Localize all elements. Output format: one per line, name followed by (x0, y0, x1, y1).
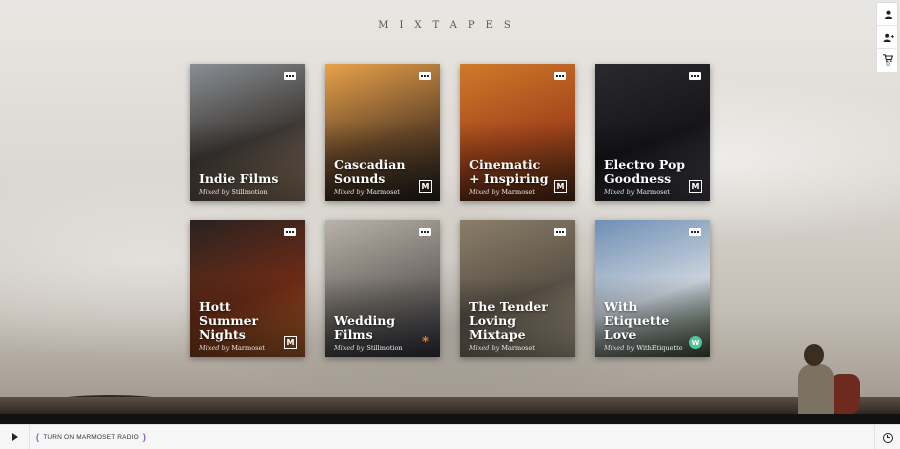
mixed-by-label: Mixed by (469, 344, 500, 352)
mixtape-name: Cascadian Sounds (334, 157, 406, 186)
mixtape-curator: Mixed by Marmoset (604, 188, 670, 196)
curator-name: Stillmotion (366, 344, 403, 352)
clock-icon (882, 432, 893, 443)
mixtape-name: Electro Pop Goodness (604, 157, 686, 186)
more-options-icon[interactable] (419, 72, 431, 80)
mixtape-curator: Mixed by Marmoset (469, 344, 535, 352)
page-title: MIXTAPES (378, 20, 522, 31)
cart-icon (883, 53, 893, 62)
add-user-icon (883, 33, 894, 42)
curator-logo-icon: M (554, 180, 567, 193)
more-options-icon[interactable] (689, 228, 701, 236)
curator-logo-icon: M (689, 180, 702, 193)
mixtape-name: Indie Films (199, 171, 279, 186)
mixtape-name: Cinematic + Inspiring (469, 157, 549, 186)
cart-count: 0 (886, 61, 890, 68)
curator-name: WithEtiquette (636, 344, 683, 352)
mixtape-tile[interactable]: Wedding Films Mixed by Stillmotion * (325, 220, 440, 357)
play-icon (11, 433, 18, 441)
curator-name: Marmoset (636, 188, 670, 196)
mixtape-tile[interactable]: Cascadian Sounds Mixed by Marmoset M (325, 64, 440, 201)
mixtape-name: With Etiquette Love (604, 299, 670, 342)
mixed-by-label: Mixed by (199, 188, 230, 196)
curator-name: Stillmotion (231, 188, 268, 196)
radio-wave-right-icon: ) (142, 432, 147, 442)
divider (0, 414, 900, 424)
mixtape-tile[interactable]: Indie Films Mixed by Stillmotion (190, 64, 305, 201)
player-bar: ( TURN ON MARMOSET RADIO ) (0, 424, 900, 449)
mixed-by-label: Mixed by (604, 344, 635, 352)
cart-button[interactable]: 0 (877, 49, 899, 72)
history-button[interactable] (874, 425, 900, 449)
signup-button[interactable] (877, 26, 899, 49)
mixed-by-label: Mixed by (334, 188, 365, 196)
radio-wave-left-icon: ( (36, 432, 40, 442)
radio-label: TURN ON MARMOSET RADIO (43, 433, 139, 441)
mixed-by-label: Mixed by (604, 188, 635, 196)
mixtape-curator: Mixed by Stillmotion (334, 344, 403, 352)
mixtape-name: Hott Summer Nights (199, 299, 259, 342)
mixed-by-label: Mixed by (199, 344, 230, 352)
mixtape-tile[interactable]: Hott Summer Nights Mixed by Marmoset M (190, 220, 305, 357)
radio-toggle-button[interactable]: ( TURN ON MARMOSET RADIO ) (36, 432, 146, 442)
mixtape-tile[interactable]: Cinematic + Inspiring Mixed by Marmoset M (460, 64, 575, 201)
mixtape-name: Wedding Films (334, 313, 396, 342)
curator-name: Marmoset (501, 344, 535, 352)
curator-logo-icon: W (689, 336, 702, 349)
more-options-icon[interactable] (284, 72, 296, 80)
mixed-by-label: Mixed by (469, 188, 500, 196)
play-button[interactable] (0, 424, 30, 449)
curator-logo-icon: * (422, 335, 429, 350)
mixtape-curator: Mixed by Marmoset (469, 188, 535, 196)
mixtape-tile[interactable]: With Etiquette Love Mixed by WithEtiquett… (595, 220, 710, 357)
more-options-icon[interactable] (284, 228, 296, 236)
more-options-icon[interactable] (689, 72, 701, 80)
background-hiker (790, 344, 860, 414)
curator-name: Marmoset (366, 188, 400, 196)
user-icon (884, 10, 892, 19)
mixtape-curator: Mixed by Stillmotion (199, 188, 268, 196)
account-toolbar: 0 (876, 2, 899, 73)
curator-logo-icon: M (419, 180, 432, 193)
mixtape-curator: Mixed by Marmoset (199, 344, 265, 352)
curator-name: Marmoset (501, 188, 535, 196)
mixed-by-label: Mixed by (334, 344, 365, 352)
more-options-icon[interactable] (554, 228, 566, 236)
curator-name: Marmoset (231, 344, 265, 352)
account-button[interactable] (877, 3, 899, 26)
mixtape-tile[interactable]: Electro Pop Goodness Mixed by Marmoset M (595, 64, 710, 201)
mixtape-curator: Mixed by Marmoset (334, 188, 400, 196)
more-options-icon[interactable] (554, 72, 566, 80)
mixtape-curator: Mixed by WithEtiquette (604, 344, 683, 352)
mixtape-grid: Indie Films Mixed by Stillmotion Cascadian… (190, 64, 710, 357)
curator-logo-icon: M (284, 336, 297, 349)
mixtape-tile[interactable]: The Tender Loving Mixtape Mixed by Marmos… (460, 220, 575, 357)
background-ground (0, 397, 900, 414)
mixtape-name: The Tender Loving Mixtape (469, 299, 548, 342)
more-options-icon[interactable] (419, 228, 431, 236)
